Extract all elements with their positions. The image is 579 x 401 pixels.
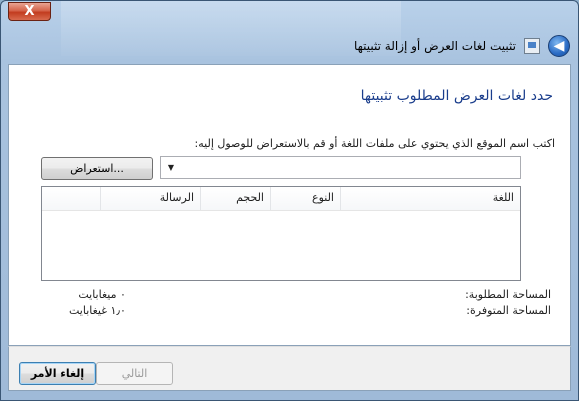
browse-button[interactable]: استعراض... [41,157,153,180]
space-values: ٠ ميغابايت ١٫٠ غيغابايت [69,287,126,319]
location-instruction: اكتب اسم الموقع الذي يحتوي على ملفات الل… [194,137,555,150]
column-message[interactable]: الرسالة [100,187,200,210]
cancel-button[interactable]: إلغاء الأمر [19,362,96,385]
column-size[interactable]: الحجم [200,187,270,210]
chevron-down-icon[interactable]: ▼ [164,157,178,178]
page-heading: حدد لغات العرض المطلوب تثبيتها [360,88,553,104]
column-type[interactable]: النوع [270,187,340,210]
available-space-value: ١٫٠ غيغابايت [69,304,126,317]
window-title: تثبيت لغات العرض أو إزالة تثبيتها [353,39,516,53]
available-space-label: المساحة المتوفرة: [466,304,551,317]
button-bar: التالي إلغاء الأمر [8,346,571,391]
language-app-icon [524,38,540,54]
title-bar: ◀ تثبيت لغات العرض أو إزالة تثبيتها [170,31,570,61]
required-space-value: ٠ ميغابايت [78,288,126,301]
close-button[interactable]: X [8,2,51,21]
column-filler [42,187,100,210]
column-language[interactable]: اللغة [340,187,520,210]
location-combobox[interactable]: ▼ [160,156,521,179]
next-button[interactable]: التالي [96,362,173,385]
table-header: اللغة النوع الحجم الرسالة [42,187,520,211]
space-labels: المساحة المطلوبة: المساحة المتوفرة: [465,287,551,319]
wizard-content: حدد لغات العرض المطلوب تثبيتها اكتب اسم … [8,64,571,346]
language-table[interactable]: اللغة النوع الحجم الرسالة [41,186,521,281]
back-button[interactable]: ◀ [548,35,570,57]
required-space-label: المساحة المطلوبة: [465,288,551,301]
